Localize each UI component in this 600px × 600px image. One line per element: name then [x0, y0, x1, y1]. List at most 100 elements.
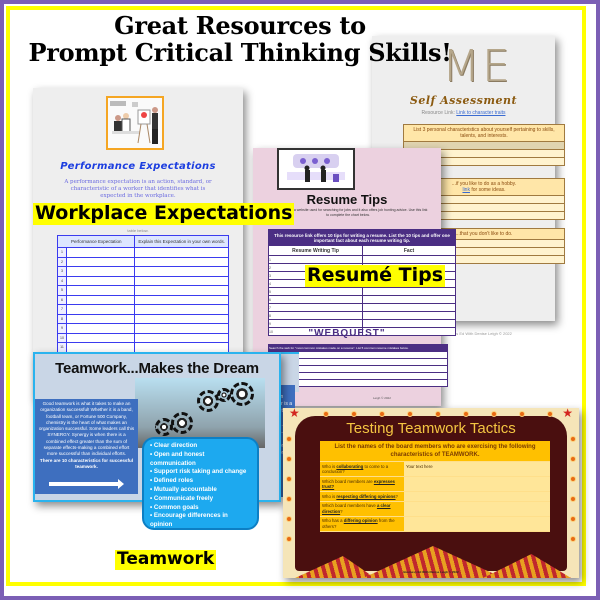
table-row: 9 [57, 323, 229, 334]
fact-cell[interactable] [362, 303, 456, 312]
table-row: Who has a differing opinion from the oth… [320, 516, 550, 532]
light-bulb-icon [286, 496, 292, 502]
table-row: 2 [57, 256, 229, 267]
hobby-ideas-link[interactable]: link [462, 187, 470, 193]
explanation-cell[interactable] [134, 247, 229, 258]
explanation-cell[interactable] [134, 332, 229, 343]
resume-instructions: This resource link offers 10 tips for wr… [268, 229, 456, 246]
teamwork-label: Teamwork [115, 549, 217, 570]
row-number: 1 [57, 247, 67, 258]
tip-cell[interactable]: 5 [268, 287, 363, 296]
expectation-cell[interactable] [65, 304, 136, 315]
expectation-cell[interactable] [65, 342, 136, 353]
table-row: 7 [57, 304, 229, 315]
table-row: 10 [57, 332, 229, 343]
explanation-cell[interactable] [134, 294, 229, 305]
light-bulb-icon [286, 476, 292, 482]
resource-link-line: Resource Link: Link to character traits [372, 110, 555, 116]
characteristics-prompt: List 3 personal characteristics about yo… [404, 125, 564, 141]
table-row: 5 [268, 287, 456, 296]
table-row: 8 [268, 311, 456, 320]
light-bulb-icon [570, 476, 576, 482]
column-header: Fact [362, 245, 456, 256]
question-cell: Which board members have a clear directi… [320, 501, 404, 517]
workplace-expectations-label: Workplace Expectations [33, 202, 295, 225]
gear-icon [197, 390, 219, 412]
row-number: 2 [57, 256, 67, 267]
star-icon: ★ [562, 406, 573, 420]
light-bulb-icon [570, 536, 576, 542]
explanation-cell[interactable] [134, 275, 229, 286]
row-number: 8 [57, 313, 67, 324]
webquest-instructions: Search the web for "most common mistakes… [268, 344, 448, 352]
table-row: 7 [268, 303, 456, 312]
question-cell: Who has a differing opinion from the oth… [320, 516, 404, 532]
tip-cell[interactable]: 6 [268, 295, 363, 304]
characteristic-item: Team trust [150, 539, 251, 548]
light-bulb-icon [286, 456, 292, 462]
explanation-cell[interactable] [134, 285, 229, 296]
expectation-cell[interactable] [65, 323, 136, 334]
light-bulb-icon [351, 411, 357, 417]
expectation-cell[interactable] [65, 275, 136, 286]
row-number: 7 [57, 304, 67, 315]
characteristic-item: Collaboration [150, 530, 251, 539]
explanation-cell[interactable] [134, 313, 229, 324]
answer-cell[interactable] [404, 516, 550, 532]
copyright-footer: Business Ed With Denise Leigh © 2022 [403, 570, 459, 574]
tip-cell[interactable]: 9 [268, 319, 363, 328]
page-title: Great Resources to Prompt Critical Think… [10, 12, 470, 66]
expectation-cell[interactable] [65, 313, 136, 324]
fact-cell[interactable] [362, 287, 456, 296]
character-traits-link[interactable]: Link to character traits [456, 110, 505, 116]
teamwork-tactics-card[interactable]: ★ ★ Testing Teamwork Tactics List the na… [283, 406, 579, 578]
fact-cell[interactable] [362, 295, 456, 304]
light-bulb-icon [547, 411, 553, 417]
teamwork-card[interactable]: Teamwork...Makes the Dream Work! Good te… [33, 352, 281, 546]
table-caption: table below. [127, 228, 149, 233]
performance-heading: Performance Expectations [60, 161, 216, 172]
fact-cell[interactable] [362, 311, 456, 320]
row-number: 11 [57, 342, 67, 353]
table-row: 3 [57, 266, 229, 277]
expectation-cell[interactable] [65, 294, 136, 305]
light-bulb-icon [323, 411, 329, 417]
expectation-cell[interactable] [65, 266, 136, 277]
characteristic-item: Communicate freely [150, 495, 251, 504]
table-row: 6 [268, 295, 456, 304]
tactics-table: List the names of the board members who … [320, 441, 550, 532]
fact-cell[interactable] [362, 255, 456, 264]
expectation-cell[interactable] [65, 332, 136, 343]
answer-cell[interactable]: Your text here [404, 461, 550, 477]
expectation-cell[interactable] [65, 247, 136, 258]
table-row: 5 [57, 285, 229, 296]
fact-cell[interactable] [362, 319, 456, 328]
tip-cell[interactable]: 8 [268, 311, 363, 320]
tip-cell[interactable]: 1 [268, 255, 363, 264]
explanation-cell[interactable] [134, 304, 229, 315]
row-number: 9 [57, 323, 67, 334]
question-cell: Which board members are expresses trust? [320, 476, 404, 492]
table-row: 9 [268, 319, 456, 328]
answer-cell[interactable] [404, 501, 550, 517]
explanation-cell[interactable] [134, 342, 229, 353]
explanation-cell[interactable] [134, 256, 229, 267]
performance-description: A performance expectation is an action, … [64, 179, 212, 199]
light-bulb-icon [519, 411, 525, 417]
row-number: 3 [57, 266, 67, 277]
expectation-cell[interactable] [65, 256, 136, 267]
explanation-cell[interactable] [134, 323, 229, 334]
tip-cell[interactable]: 7 [268, 303, 363, 312]
question-cell: Who is respecting differing opinions? [320, 491, 404, 502]
row-number: 4 [57, 275, 67, 286]
answer-cell[interactable] [404, 491, 550, 502]
expectation-cell[interactable] [65, 285, 136, 296]
light-bulb-icon [570, 496, 576, 502]
teamwork-characteristics-note: There are 10 characteristics for success… [39, 457, 134, 469]
answer-cell[interactable] [404, 476, 550, 492]
table-row: 8 [57, 313, 229, 324]
explanation-cell[interactable] [134, 266, 229, 277]
light-bulb-icon [379, 411, 385, 417]
job-interview-illustration [277, 148, 355, 190]
row-number: 5 [57, 285, 67, 296]
